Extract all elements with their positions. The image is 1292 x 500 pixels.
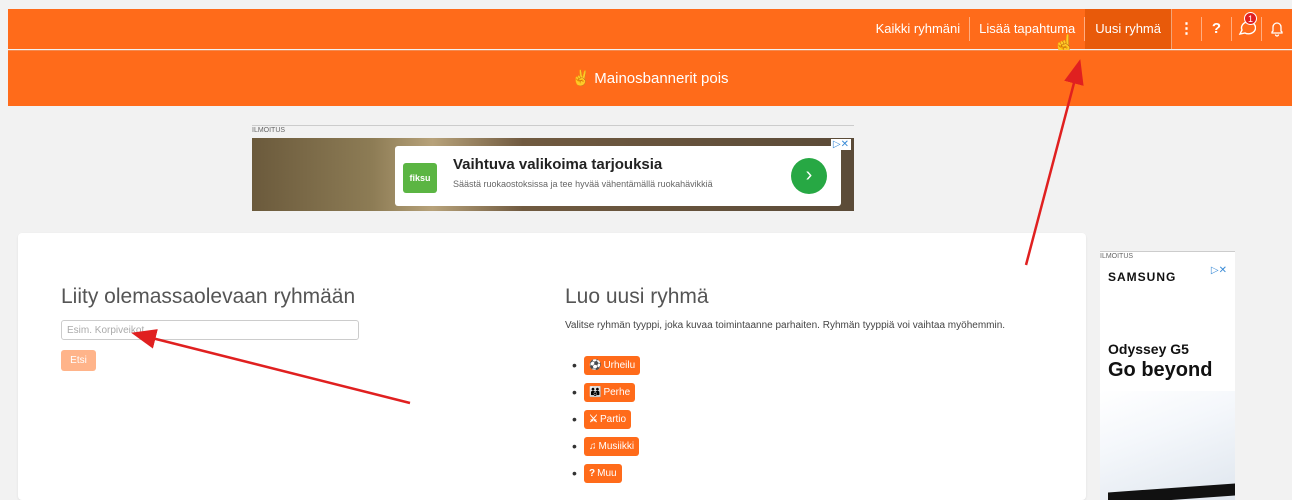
top-navigation: Kaikki ryhmäni Lisää tapahtuma Uusi ryhm… — [8, 9, 1292, 49]
list-item: ♫Musiikki — [572, 436, 640, 463]
knife-icon: ⚔ — [589, 414, 598, 425]
type-button-musiikki[interactable]: ♫ Musiikki — [584, 437, 640, 456]
list-item: ⚔Partio — [572, 409, 640, 436]
side-advertisement[interactable]: ILMOITUS SAMSUNG ▷✕ Odyssey G5 Go beyond — [1100, 251, 1235, 500]
ad-product: Odyssey G5 — [1108, 341, 1189, 357]
question-icon: ? — [589, 468, 596, 479]
family-icon: 👪 — [589, 387, 602, 398]
samsung-logo: SAMSUNG — [1108, 270, 1177, 284]
group-type-list: ⚽Urheilu 👪Perhe ⚔Partio ♫Musiikki ?Muu — [572, 355, 641, 490]
main-card: Liity olemassaolevaan ryhmään Etsi Luo u… — [18, 233, 1086, 500]
ad-card[interactable]: fiksu Vaihtuva valikoima tarjouksia Sääs… — [395, 146, 841, 206]
type-button-partio[interactable]: ⚔ Partio — [584, 410, 632, 429]
ad-title: Vaihtuva valikoima tarjouksia — [453, 156, 663, 173]
type-button-muu[interactable]: ? Muu — [584, 464, 622, 483]
type-label: Urheilu — [603, 360, 636, 371]
more-vertical-icon[interactable]: ⋮ — [1172, 17, 1202, 41]
adchoices-icon[interactable]: ▷✕ — [830, 139, 851, 150]
fiksu-logo: fiksu — [403, 163, 437, 193]
type-label: Musiikki — [598, 441, 635, 452]
type-button-perhe[interactable]: 👪 Perhe — [584, 383, 636, 402]
notification-badge: 1 — [1244, 12, 1257, 25]
adchoices-icon[interactable]: ▷✕ — [1208, 265, 1229, 276]
type-button-urheilu[interactable]: ⚽ Urheilu — [584, 356, 641, 375]
chevron-right-icon[interactable]: › — [791, 158, 827, 194]
list-item: 👪Perhe — [572, 382, 640, 409]
peace-hand-icon: ✌ — [571, 70, 591, 88]
create-group-title: Luo uusi ryhmä — [565, 285, 709, 308]
type-label: Muu — [597, 468, 617, 479]
bell-icon[interactable] — [1262, 17, 1292, 41]
remove-ads-label: Mainosbannerit pois — [594, 70, 729, 88]
music-icon: ♫ — [589, 441, 597, 452]
ad-image — [1100, 391, 1235, 500]
list-item: ?Muu — [572, 463, 640, 490]
type-label: Perhe — [603, 387, 631, 398]
remove-ads-banner[interactable]: ✌ Mainosbannerit pois — [8, 50, 1292, 106]
list-item: ⚽Urheilu — [572, 355, 641, 382]
nav-link-all-groups[interactable]: Kaikki ryhmäni — [867, 17, 971, 41]
join-group-title: Liity olemassaolevaan ryhmään — [61, 285, 356, 308]
create-group-description: Valitse ryhmän tyyppi, joka kuvaa toimin… — [565, 320, 1006, 331]
type-label: Partio — [599, 414, 627, 425]
ad-tagline: Go beyond — [1108, 359, 1213, 381]
ball-icon: ⚽ — [589, 360, 602, 371]
nav-links: Kaikki ryhmäni Lisää tapahtuma Uusi ryhm… — [867, 9, 1292, 49]
group-search-input[interactable] — [61, 320, 359, 340]
ad-subtitle: Säästä ruokaostoksissa ja tee hyvää vähe… — [453, 179, 713, 189]
ad-label: ILMOITUS — [1100, 251, 1235, 263]
ad-body[interactable]: fiksu Vaihtuva valikoima tarjouksia Sääs… — [252, 138, 854, 211]
top-advertisement[interactable]: ILMOITUS fiksu Vaihtuva valikoima tarjou… — [252, 125, 854, 211]
search-button[interactable]: Etsi — [61, 350, 96, 371]
nav-link-new-group[interactable]: Uusi ryhmä — [1085, 9, 1172, 49]
help-icon[interactable]: ? — [1202, 17, 1232, 41]
chat-icon[interactable]: 1 — [1232, 12, 1262, 41]
ad-label: ILMOITUS — [252, 125, 854, 137]
